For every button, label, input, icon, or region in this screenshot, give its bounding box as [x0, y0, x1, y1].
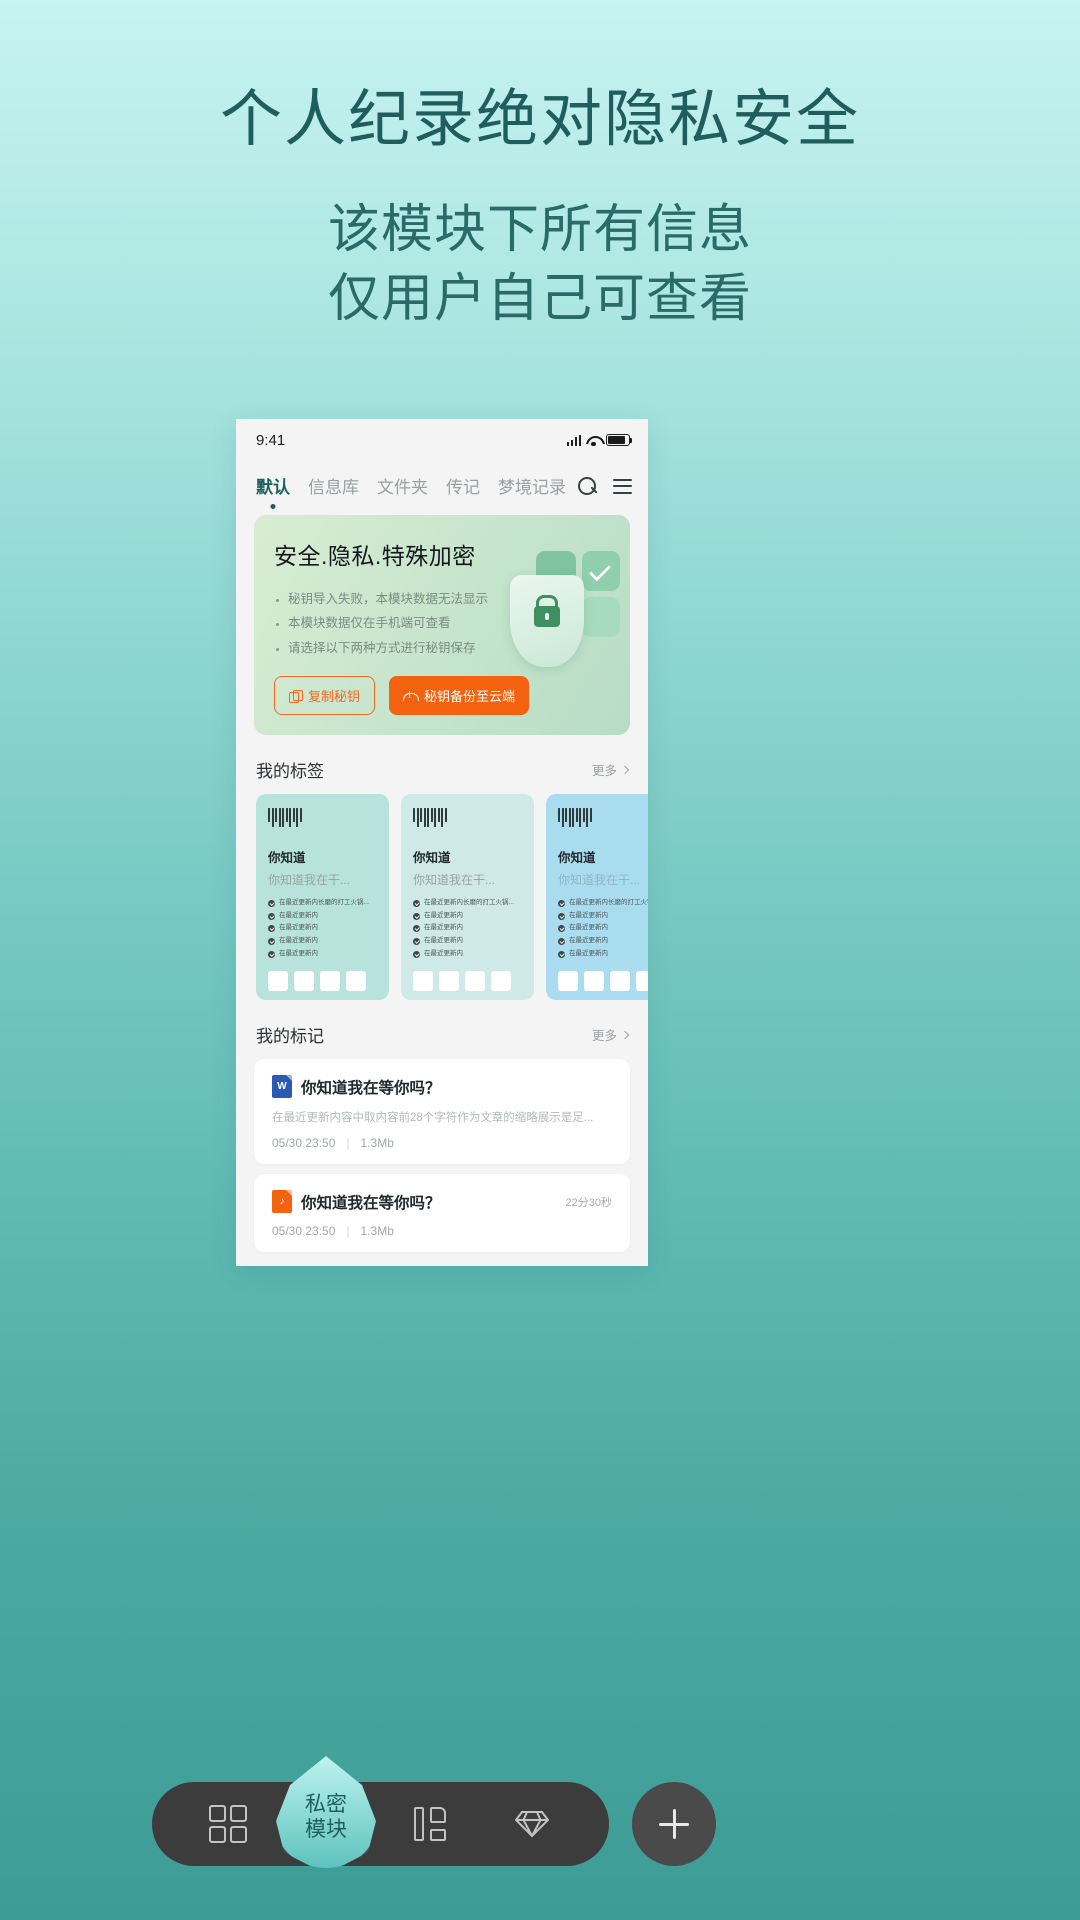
tab-info-library[interactable]: 信息库 — [308, 473, 359, 500]
marks-more-link[interactable]: 更多 — [591, 1025, 630, 1044]
barcode-icon — [558, 808, 648, 828]
hero-headline-block: 个人纪录绝对隐私安全 该模块下所有信息 仅用户自己可查看 — [0, 85, 1080, 333]
phone-mockup: 9:41 默认 信息库 文件夹 传记 梦境记录 安全.隐私.特殊加密 秘钥导入失… — [236, 419, 648, 1266]
tag-card-list[interactable]: 你知道 你知道我在干... 在最近更新内长磨的打工火锅... 在最近更新内 在最… — [236, 794, 648, 1001]
tag-card-title: 你知道 — [268, 851, 306, 866]
tag-card[interactable]: 你知道 你知道我在干... 在最近更新内长磨的打工火锅... 在最近更新内 在最… — [256, 794, 389, 1001]
tab-folder[interactable]: 文件夹 — [377, 473, 428, 500]
mark-item-date: 05/30 23:50 — [272, 1224, 336, 1239]
copy-key-label: 复制秘钥 — [308, 689, 361, 705]
tag-card[interactable]: 你知道 你知道我在干... 在最近更新内长磨的打工火锅... 在最近更新内 在最… — [401, 794, 534, 1001]
mark-item-meta: 05/30 23:50 | 1.3Mb — [272, 1136, 612, 1150]
tag-card[interactable]: 你知道 你知道我在干... 在最近更新内长磨的打工火锅... 在最近更新内 在最… — [546, 794, 648, 1001]
battery-icon — [606, 434, 633, 446]
wifi-icon — [586, 435, 601, 446]
barcode-icon — [413, 808, 522, 828]
security-card-actions: 复制秘钥 秘钥备份至云端 — [274, 676, 610, 716]
grid-icon[interactable] — [208, 1803, 250, 1845]
tag-card-thumbnails — [413, 971, 522, 992]
tags-more-label: 更多 — [591, 764, 617, 779]
mark-item-header: W 你知道我在等你吗？ — [272, 1075, 612, 1099]
tag-card-item: 在最近更新内 — [268, 948, 377, 961]
signal-bars-icon — [566, 434, 581, 446]
mark-list-item[interactable]: ♪ 你知道我在等你吗？ 22分30秒 05/30 23:50 | 1.3Mb — [254, 1174, 630, 1253]
tag-card-item: 在最近更新内长磨的打工火锅... — [413, 897, 522, 910]
tags-section-header: 我的标签 更多 — [236, 735, 648, 794]
tab-biography[interactable]: 传记 — [446, 473, 480, 500]
menu-icon[interactable] — [613, 478, 632, 494]
tag-card-item: 在最近更新内 — [268, 922, 377, 935]
tag-card-item: 在最近更新内 — [268, 935, 377, 948]
tags-section-title: 我的标签 — [256, 762, 324, 782]
marks-section-title: 我的标记 — [256, 1027, 324, 1047]
mark-item-header: ♪ 你知道我在等你吗？ 22分30秒 — [272, 1190, 612, 1214]
tag-card-item: 在最近更新内 — [558, 935, 648, 948]
barcode-icon — [268, 808, 377, 828]
meta-separator: | — [346, 1136, 350, 1151]
tab-dream-log[interactable]: 梦境记录 — [498, 473, 566, 500]
mark-item-title: 你知道我在等你吗？ — [301, 1079, 441, 1097]
chevron-right-icon — [620, 1030, 630, 1039]
tab-list: 默认 信息库 文件夹 传记 梦境记录 — [256, 473, 570, 500]
tag-card-item: 在最近更新内 — [413, 910, 522, 923]
status-time: 9:41 — [256, 431, 286, 449]
tag-card-title: 你知道 — [413, 851, 451, 866]
tag-card-subtitle: 你知道我在干... — [558, 873, 641, 888]
tab-bar-actions — [570, 476, 632, 496]
dock-spacer — [309, 1803, 351, 1845]
mark-item-title: 你知道我在等你吗？ — [301, 1194, 441, 1212]
word-file-icon: W — [272, 1075, 292, 1099]
hero-subtitle-line-1: 该模块下所有信息 — [327, 201, 752, 260]
meta-separator: | — [346, 1224, 350, 1239]
hero-title: 个人纪录绝对隐私安全 — [219, 85, 860, 154]
tag-card-item: 在最近更新内 — [268, 910, 377, 923]
mark-item-duration: 22分30秒 — [565, 1196, 612, 1209]
mark-item-size: 1.3Mb — [360, 1136, 394, 1151]
library-icon[interactable] — [410, 1803, 452, 1845]
tag-card-item: 在最近更新内 — [558, 948, 648, 961]
marks-more-label: 更多 — [591, 1029, 617, 1044]
search-icon[interactable] — [578, 476, 597, 496]
tags-more-link[interactable]: 更多 — [591, 760, 630, 779]
mark-item-date: 05/30 23:50 — [272, 1136, 336, 1151]
backup-key-to-cloud-button[interactable]: 秘钥备份至云端 — [389, 676, 530, 716]
tab-bar: 默认 信息库 文件夹 传记 梦境记录 — [236, 461, 648, 507]
tag-card-item: 在最近更新内长磨的打工火锅... — [558, 897, 648, 910]
backup-key-label: 秘钥备份至云端 — [424, 689, 516, 705]
tag-card-title: 你知道 — [558, 851, 596, 866]
tag-card-item: 在最近更新内 — [413, 922, 522, 935]
security-card: 安全.隐私.特殊加密 秘钥导入失败，本模块数据无法显示 本模块数据仅在手机端可查… — [254, 515, 630, 736]
tag-card-item: 在最近更新内 — [558, 910, 648, 923]
status-bar: 9:41 — [236, 419, 648, 461]
diamond-icon[interactable] — [511, 1803, 553, 1845]
bottom-dock — [152, 1782, 609, 1866]
hero-subtitle-line-2: 仅用户自己可查看 — [327, 269, 752, 328]
plus-icon — [659, 1809, 689, 1839]
tag-card-subtitle: 你知道我在干... — [413, 873, 496, 888]
mark-item-description: 在最近更新内容中取内容前28个字符作为文章的缩略展示是足... — [272, 1112, 594, 1125]
mark-item-size: 1.3Mb — [360, 1224, 394, 1239]
tag-card-item: 在最近更新内 — [558, 922, 648, 935]
tag-card-thumbnails — [558, 971, 648, 992]
tag-card-thumbnails — [268, 971, 377, 992]
copy-icon — [289, 689, 303, 704]
cloud-upload-icon — [403, 690, 420, 702]
copy-key-button[interactable]: 复制秘钥 — [274, 676, 376, 716]
chevron-right-icon — [620, 765, 630, 774]
tag-card-subtitle: 你知道我在干... — [268, 873, 351, 888]
add-button[interactable] — [632, 1782, 716, 1866]
tag-card-item: 在最近更新内长磨的打工火锅... — [268, 897, 377, 910]
mark-list-item[interactable]: W 你知道我在等你吗？ 在最近更新内容中取内容前28个字符作为文章的缩略展示是足… — [254, 1059, 630, 1165]
tab-default[interactable]: 默认 — [256, 473, 290, 500]
shield-lock-icon — [504, 551, 620, 681]
hero-subtitle: 该模块下所有信息 仅用户自己可查看 — [0, 196, 1080, 333]
mark-item-meta: 05/30 23:50 | 1.3Mb — [272, 1224, 612, 1238]
tag-card-item: 在最近更新内 — [413, 935, 522, 948]
status-indicators — [566, 434, 633, 446]
audio-file-icon: ♪ — [272, 1190, 292, 1214]
tag-card-item: 在最近更新内 — [413, 948, 522, 961]
marks-section-header: 我的标记 更多 — [236, 1000, 648, 1059]
